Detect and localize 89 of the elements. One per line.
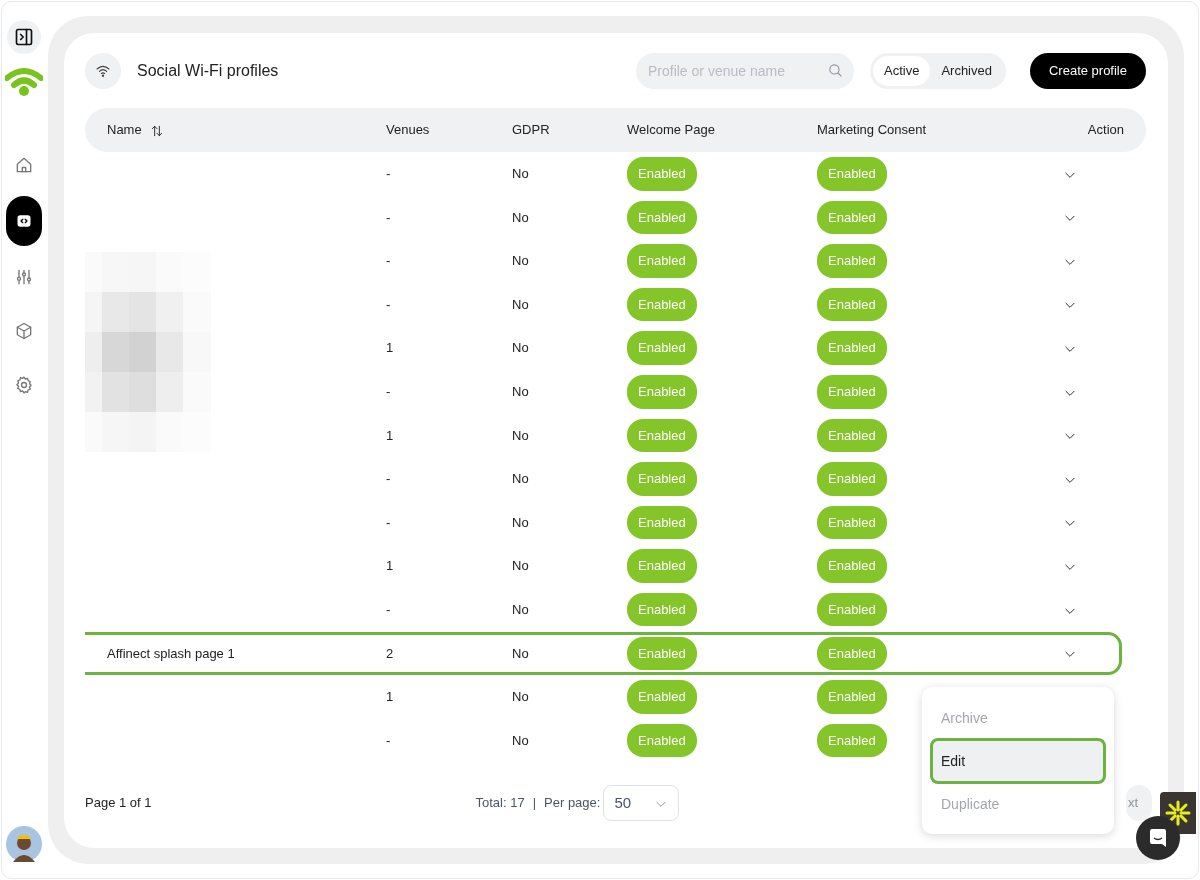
column-header: Welcome Page — [627, 121, 716, 140]
page-indicator: Page 1 of 1 — [85, 794, 152, 813]
table-cell-text: No — [512, 383, 530, 401]
table-cell-text: - — [386, 470, 392, 489]
status-badge: Enabled — [817, 375, 887, 409]
selected-row[interactable]: Affinect splash page 1 2 No Enabled Enabled — [85, 631, 1122, 676]
chat-icon — [1147, 827, 1169, 849]
status-tab[interactable]: Active — [872, 56, 931, 86]
status-badge: Enabled — [627, 200, 697, 235]
table-cell-text: - — [386, 383, 392, 401]
status-tab[interactable]: Archived — [930, 56, 1003, 86]
total-count: Total: 17 — [475, 794, 525, 813]
table-cell-text: No — [512, 644, 530, 663]
wifi-icon — [95, 63, 111, 79]
column-header: Action — [1086, 121, 1124, 140]
status-badge: Enabled — [817, 244, 887, 278]
menu-item[interactable]: Edit — [930, 738, 1106, 784]
table-cell-text: No — [512, 601, 530, 619]
status-badge: Enabled — [627, 723, 697, 758]
column-header: GDPR — [512, 121, 551, 140]
status-badge: Enabled — [627, 244, 697, 278]
sliders-icon — [14, 267, 34, 287]
table-cell-text: No — [512, 208, 530, 227]
avatar — [6, 826, 42, 862]
status-badge: Enabled — [817, 505, 887, 540]
page-title: Social Wi-Fi profiles — [137, 61, 279, 81]
table-cell-text: No — [512, 426, 530, 445]
table-cell-text: 1 — [386, 688, 395, 707]
status-badge: Enabled — [627, 331, 697, 365]
status-badge: Enabled — [817, 157, 887, 191]
status-badge: Enabled — [817, 723, 887, 758]
table-cell-text: No — [512, 513, 530, 532]
column-header[interactable]: Name — [107, 120, 142, 140]
table-cell-text: No — [512, 731, 530, 750]
column-header: Marketing Consent — [817, 121, 928, 140]
status-badge: Enabled — [627, 505, 697, 540]
table-cell-text: Affinect splash page 1 — [107, 644, 236, 663]
table-cell-text: 1 — [386, 557, 395, 576]
table-cell-text: 1 — [386, 339, 395, 358]
sidebar-item[interactable] — [6, 196, 42, 246]
table-cell-text: - — [386, 601, 392, 619]
create-profile-button[interactable]: Create profile — [1029, 53, 1146, 89]
table-cell-text: No — [512, 688, 530, 707]
per-page-select[interactable]: 50 — [603, 785, 680, 821]
table-cell-text: 2 — [386, 644, 395, 663]
table-cell-text: - — [386, 165, 392, 184]
status-badge: Enabled — [627, 593, 697, 627]
asterisk-icon — [1164, 799, 1192, 827]
column-header: Venues — [386, 121, 431, 140]
status-badge: Enabled — [817, 200, 887, 235]
table-cell-text: No — [512, 339, 530, 358]
table-cell-text: No — [512, 252, 530, 271]
table-cell-text: 1 — [386, 426, 395, 445]
status-badge: Enabled — [627, 375, 697, 409]
status-badge: Enabled — [627, 418, 697, 453]
status-badge: Enabled — [817, 593, 887, 627]
settings-icon — [14, 375, 34, 395]
panel-icon — [14, 27, 34, 47]
table-cell-text: No — [512, 165, 530, 184]
sidebar-toggle-button[interactable] — [7, 20, 41, 54]
table-cell-text: - — [386, 208, 392, 227]
status-badge: Enabled — [817, 680, 887, 714]
sort-icon — [149, 123, 164, 138]
status-badge: Enabled — [817, 549, 887, 583]
table-cell-text: No — [512, 470, 530, 489]
separator-text: | — [532, 794, 537, 813]
status-badge: Enabled — [817, 287, 887, 322]
table-cell-text: No — [512, 295, 530, 314]
status-badge: Enabled — [627, 462, 697, 496]
per-page-label: Per page: — [544, 794, 601, 813]
table-cell-text: - — [386, 731, 392, 750]
status-badge: Enabled — [627, 680, 697, 714]
table-cell-text: No — [512, 557, 530, 576]
status-badge: Enabled — [627, 636, 697, 671]
table-cell-text: - — [386, 295, 392, 314]
status-badge: Enabled — [627, 157, 697, 191]
status-badge: Enabled — [817, 418, 887, 453]
status-badge: Enabled — [627, 287, 697, 322]
status-badge: Enabled — [817, 636, 887, 671]
status-badge: Enabled — [817, 331, 887, 365]
search-field[interactable]: Profile or venue name — [635, 53, 854, 89]
status-badge: Enabled — [627, 549, 697, 583]
status-badge: Enabled — [817, 462, 887, 496]
table-cell-text: - — [386, 513, 392, 532]
home-icon — [14, 155, 34, 175]
cube-icon — [14, 321, 34, 341]
table-cell-text: - — [386, 252, 392, 271]
search-icon — [826, 62, 844, 79]
wifi-logo — [5, 66, 43, 98]
